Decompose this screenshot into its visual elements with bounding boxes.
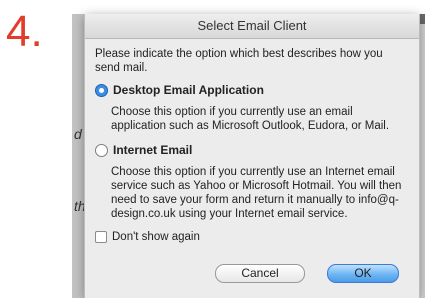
cancel-button[interactable]: Cancel bbox=[215, 264, 305, 283]
dialog-content: Please indicate the option which best de… bbox=[85, 39, 419, 243]
checkbox-icon[interactable] bbox=[95, 231, 107, 243]
option-desktop-email-label[interactable]: Desktop Email Application bbox=[113, 83, 264, 97]
option-desktop-email-description: Choose this option if you currently use … bbox=[111, 106, 390, 132]
option-internet-email-description: Choose this option if you currently use … bbox=[111, 166, 402, 220]
option-internet-email[interactable]: Internet Email bbox=[95, 143, 409, 157]
radio-selected-icon[interactable] bbox=[95, 83, 108, 97]
option-desktop-email[interactable]: Desktop Email Application bbox=[95, 83, 409, 97]
radio-unselected-icon[interactable] bbox=[95, 143, 108, 157]
ok-button[interactable]: OK bbox=[327, 264, 399, 283]
dialog-buttons: Cancel OK bbox=[215, 264, 399, 283]
background-text-fragment: d bbox=[74, 126, 82, 142]
step-number: 4. bbox=[6, 7, 43, 56]
dialog-title: Select Email Client bbox=[85, 14, 419, 39]
option-internet-email-label[interactable]: Internet Email bbox=[113, 143, 192, 157]
dialog-intro-text: Please indicate the option which best de… bbox=[95, 48, 383, 74]
dont-show-again-label[interactable]: Don't show again bbox=[112, 231, 200, 243]
dont-show-again-checkbox-row[interactable]: Don't show again bbox=[95, 231, 409, 243]
select-email-client-dialog: Select Email Client Please indicate the … bbox=[84, 14, 420, 298]
